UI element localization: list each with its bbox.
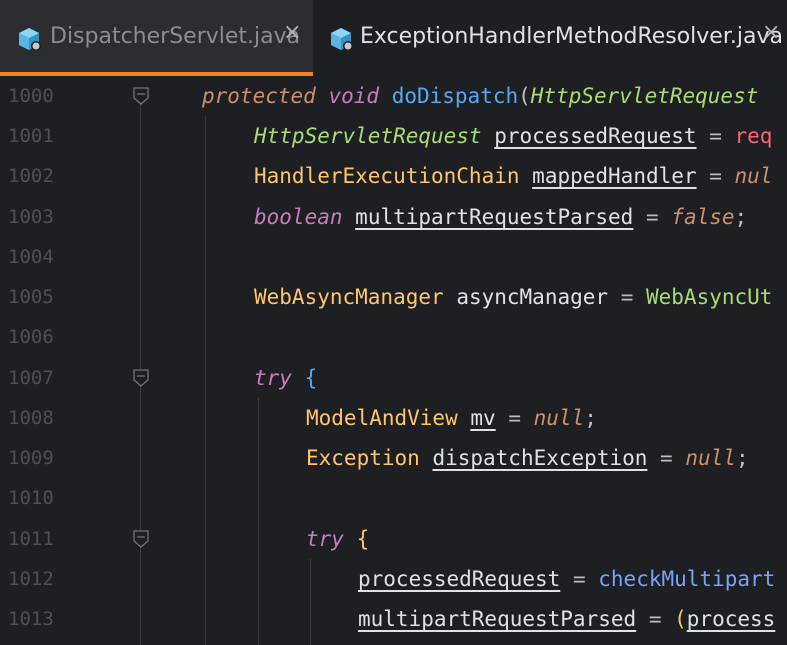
line-number: 1012: [8, 568, 54, 590]
code-line: processedRequest = checkMultipart: [358, 567, 776, 591]
code-line: HandlerExecutionChain mappedHandler = nu…: [254, 164, 773, 188]
line-number: 1003: [8, 206, 54, 228]
line-number: 1010: [8, 487, 54, 509]
line-number: 1009: [8, 447, 54, 469]
line-number: 1011: [8, 528, 54, 550]
line-number: 1013: [8, 608, 54, 630]
line-number: 1007: [8, 367, 54, 389]
line-number: 1005: [8, 286, 54, 308]
tab-dispatcherservlet[interactable]: DispatcherServlet.java ×: [0, 0, 313, 76]
line-number: 1001: [8, 125, 54, 147]
fold-marker-icon[interactable]: [133, 530, 149, 548]
indent-guide: [258, 398, 259, 645]
editor-tab-bar: DispatcherServlet.java × ExceptionHandle…: [0, 0, 787, 76]
code-line: protected void doDispatch(HttpServletReq…: [202, 84, 759, 108]
code-line: HttpServletRequest processedRequest = re…: [254, 124, 773, 148]
indent-guide: [310, 559, 311, 645]
close-icon[interactable]: ×: [762, 20, 780, 45]
java-class-icon: [19, 28, 41, 51]
code-line: ModelAndView mv = null;: [306, 406, 597, 430]
code-line: try {: [254, 366, 318, 390]
tab-label: DispatcherServlet.java: [50, 24, 301, 49]
code-line: boolean multipartRequestParsed = false;: [254, 205, 748, 229]
indent-guide: [205, 116, 206, 645]
code-editor[interactable]: 1000 1001 1002 1003 1004 1005 1006 1007 …: [0, 76, 787, 645]
code-line: WebAsyncManager asyncManager = WebAsyncU…: [254, 285, 773, 309]
java-class-icon: [331, 28, 353, 51]
fold-marker-icon[interactable]: [133, 87, 149, 105]
code-line: multipartRequestParsed = (process: [358, 607, 776, 631]
tab-label: ExceptionHandlerMethodResolver.java: [360, 24, 783, 49]
line-number: 1000: [8, 85, 54, 107]
line-number: 1004: [8, 246, 54, 268]
close-icon[interactable]: ×: [283, 20, 301, 45]
line-number: 1008: [8, 407, 54, 429]
code-line: Exception dispatchException = null;: [306, 446, 749, 470]
tab-exceptionhandlermethodresolver[interactable]: ExceptionHandlerMethodResolver.java ×: [313, 0, 787, 76]
line-number: 1006: [8, 326, 54, 348]
fold-marker-icon[interactable]: [133, 369, 149, 387]
code-line: try {: [306, 527, 370, 551]
line-number: 1002: [8, 165, 54, 187]
